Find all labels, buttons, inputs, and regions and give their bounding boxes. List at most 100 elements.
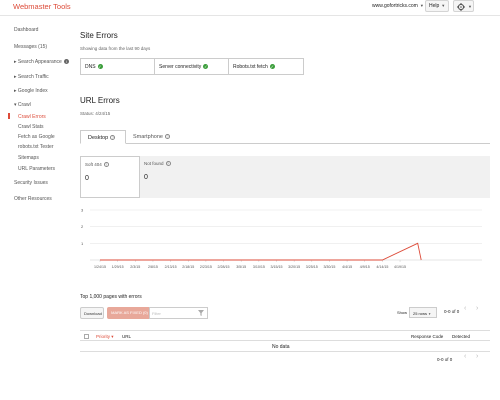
table-toolbar: Download MARK AS FIXED (0) Filter Show 2… bbox=[80, 304, 490, 324]
active-marker bbox=[8, 113, 10, 119]
metric-soft-404[interactable]: Soft 404? 0 bbox=[80, 156, 140, 198]
help-icon[interactable]: ? bbox=[164, 134, 170, 140]
filter-input[interactable]: Filter bbox=[149, 307, 208, 319]
x-tick-label: 4/19/15 bbox=[394, 265, 406, 269]
chevron-down-icon: ▼ bbox=[428, 312, 432, 316]
download-button[interactable]: Download bbox=[80, 307, 104, 319]
metric-label: Not found? bbox=[144, 161, 200, 167]
x-tick-label: 3/5/15 bbox=[236, 265, 246, 269]
site-errors-title: Site Errors bbox=[80, 31, 118, 40]
server-label: Server connectivity bbox=[159, 64, 202, 70]
column-url[interactable]: URL bbox=[122, 334, 131, 339]
chevron-down-icon: ▼ bbox=[441, 3, 446, 8]
rows-option: 25 rows bbox=[413, 311, 428, 316]
sidebar-item-google-index[interactable]: ▸ Google Index bbox=[14, 88, 48, 94]
metric-value: 0 bbox=[85, 175, 89, 183]
sidebar-item-other-resources[interactable]: Other Resources bbox=[14, 196, 52, 202]
check-icon: ✓ bbox=[97, 64, 103, 70]
select-all-checkbox[interactable] bbox=[84, 334, 89, 339]
x-tick-label: 3/20/15 bbox=[288, 265, 300, 269]
chevron-down-icon: ▼ bbox=[468, 4, 472, 9]
x-tick-label: 4/4/15 bbox=[342, 265, 352, 269]
y-tick-label: 3 bbox=[81, 208, 84, 213]
prev-page-button[interactable]: ‹ bbox=[464, 305, 466, 312]
tab-desktop[interactable]: Desktop? bbox=[80, 130, 126, 144]
sidebar-item-messages[interactable]: Messages (15) bbox=[14, 44, 47, 50]
site-errors-subtitle: Showing data from the last 90 days bbox=[80, 46, 151, 51]
sidebar-item-search-appearance[interactable]: ▸ Search Appearance i bbox=[14, 59, 69, 65]
sidebar-item-security-issues[interactable]: Security Issues bbox=[14, 180, 48, 186]
sidebar-item-crawl-stats[interactable]: Crawl Stats bbox=[18, 124, 44, 130]
tab-label: Desktop bbox=[88, 135, 109, 141]
site-selector[interactable]: www.gofortricks.com ▼ bbox=[372, 3, 424, 9]
divider bbox=[0, 15, 500, 16]
x-tick-label: 3/25/15 bbox=[306, 265, 318, 269]
x-tick-label: 3/30/15 bbox=[323, 265, 335, 269]
x-tick-label: 3/10/15 bbox=[253, 265, 265, 269]
filter-placeholder: Filter bbox=[152, 311, 161, 316]
x-tick-label: 4/9/15 bbox=[360, 265, 370, 269]
help-label: Help bbox=[429, 3, 440, 9]
table-title: Top 1,000 pages with errors bbox=[80, 294, 142, 300]
metric-not-found[interactable]: Not found? 0 bbox=[140, 156, 200, 198]
column-priority[interactable]: Priority ▾ bbox=[96, 334, 114, 340]
next-page-button[interactable]: › bbox=[476, 353, 478, 360]
sidebar-item-sitemaps[interactable]: Sitemaps bbox=[18, 155, 39, 161]
series-line bbox=[100, 242, 422, 261]
x-tick-label: 2/18/15 bbox=[182, 265, 194, 269]
dns-status[interactable]: DNS ✓ bbox=[81, 59, 155, 74]
range-text: 0-0 of 0 bbox=[437, 357, 453, 362]
mark-as-fixed-button[interactable]: MARK AS FIXED (0) bbox=[107, 307, 152, 319]
error-type-selector: Soft 404? 0 Not found? 0 bbox=[80, 156, 490, 198]
table-footer: 0-0 of 0 ‹ › bbox=[80, 351, 490, 365]
sidebar-item-label: ▸ Search Appearance bbox=[14, 59, 62, 65]
top-bar: Webmaster Tools www.gofortricks.com ▼ Hel… bbox=[0, 0, 500, 14]
x-tick-label: 4/14/15 bbox=[376, 265, 388, 269]
x-tick-label: 1/24/15 bbox=[94, 265, 106, 269]
column-detected[interactable]: Detected bbox=[452, 334, 470, 339]
check-icon: ✓ bbox=[269, 64, 275, 70]
help-icon[interactable]: ? bbox=[103, 162, 109, 168]
filter-icon[interactable] bbox=[198, 310, 204, 316]
device-tabs: Desktop? Smartphone? bbox=[80, 130, 490, 144]
help-button[interactable]: Help ▼ bbox=[425, 0, 449, 12]
server-connectivity-status[interactable]: Server connectivity ✓ bbox=[155, 59, 229, 74]
metric-label-text: Soft 404 bbox=[85, 162, 102, 167]
empty-state: No data bbox=[272, 344, 290, 350]
metric-value: 0 bbox=[144, 174, 148, 182]
errors-chart: 3 2 1 1/24/15 1/29/15 2/3/15 2/8/15 2/13/15 2/18… bbox=[81, 208, 482, 269]
settings-button[interactable]: ▼ bbox=[453, 0, 474, 12]
dns-label: DNS bbox=[85, 64, 96, 70]
column-response-code[interactable]: Response Code bbox=[411, 334, 443, 339]
sidebar-item-dashboard[interactable]: Dashboard bbox=[14, 27, 38, 33]
info-icon[interactable]: i bbox=[63, 59, 69, 65]
site-errors-panel: DNS ✓ Server connectivity ✓ Robots.txt fet… bbox=[80, 58, 304, 75]
sidebar-item-fetch-as-google[interactable]: Fetch as Google bbox=[18, 134, 55, 140]
tab-smartphone[interactable]: Smartphone? bbox=[126, 130, 186, 144]
metric-label: Soft 404? bbox=[85, 162, 139, 168]
table-header: Priority ▾ URL Response Code Detected bbox=[80, 330, 490, 341]
metric-label-text: Not found bbox=[144, 161, 164, 166]
rows-per-page-select[interactable]: 25 rows ▼ bbox=[409, 307, 437, 318]
sidebar-item-url-parameters[interactable]: URL Parameters bbox=[18, 166, 55, 172]
help-icon[interactable]: ? bbox=[110, 135, 116, 141]
x-tick-label: 2/23/15 bbox=[200, 265, 212, 269]
y-tick-label: 1 bbox=[81, 241, 84, 246]
chevron-down-icon: ▼ bbox=[419, 3, 424, 8]
x-tick-label: 2/3/15 bbox=[130, 265, 140, 269]
x-tick-label: 2/8/15 bbox=[148, 265, 158, 269]
app-logo[interactable]: Webmaster Tools bbox=[13, 2, 71, 11]
sidebar-item-crawl-errors[interactable]: Crawl Errors bbox=[18, 114, 46, 120]
help-icon[interactable]: ? bbox=[165, 161, 171, 167]
show-label: Show bbox=[397, 310, 408, 315]
prev-page-button[interactable]: ‹ bbox=[464, 353, 466, 360]
sidebar-item-crawl[interactable]: ▾ Crawl bbox=[14, 102, 31, 108]
sidebar-item-robots-tester[interactable]: robots.txt Tester bbox=[18, 144, 53, 150]
range-text: 0-0 of 0 bbox=[444, 309, 460, 314]
gear-icon bbox=[457, 3, 465, 11]
robots-fetch-status[interactable]: Robots.txt fetch ✓ bbox=[229, 59, 303, 74]
sidebar-item-search-traffic[interactable]: ▸ Search Traffic bbox=[14, 74, 49, 80]
next-page-button[interactable]: › bbox=[476, 305, 478, 312]
url-errors-status: Status: 4/24/15 bbox=[80, 111, 111, 116]
robots-label: Robots.txt fetch bbox=[233, 64, 268, 70]
